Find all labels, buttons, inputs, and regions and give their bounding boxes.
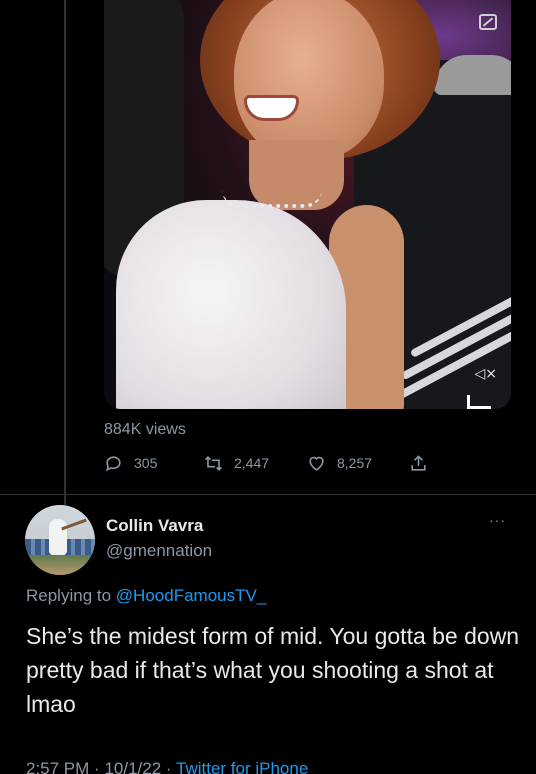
tweet-date[interactable]: 10/1/22 xyxy=(104,759,161,774)
share-icon xyxy=(411,454,426,471)
view-count: 884K views xyxy=(104,421,186,438)
meta-separator: · xyxy=(165,759,172,774)
tweet-time[interactable]: 2:57 PM xyxy=(26,759,89,774)
thread-connector-line xyxy=(64,0,66,505)
video-dress xyxy=(116,200,346,409)
avatar[interactable] xyxy=(25,505,95,575)
retweet-icon xyxy=(205,455,222,471)
reply-count: 305 xyxy=(134,455,158,471)
tweet-source[interactable]: Twitter for iPhone xyxy=(176,759,308,774)
video-necklace xyxy=(222,190,322,208)
video-cap xyxy=(434,55,511,95)
reply-button[interactable]: 305 xyxy=(104,454,204,473)
replying-to-label: Replying to xyxy=(26,586,112,605)
like-button[interactable]: 8,257 xyxy=(307,454,409,473)
heart-icon xyxy=(309,456,324,471)
tweet-actions: 305 2,447 8,257 xyxy=(104,451,439,475)
avatar-player xyxy=(49,519,67,555)
display-name[interactable]: Collin Vavra xyxy=(106,516,203,536)
reply-icon xyxy=(105,455,121,471)
user-handle[interactable]: @gmennation xyxy=(106,541,212,561)
expand-icon[interactable] xyxy=(479,14,497,30)
meta-separator: · xyxy=(94,759,100,774)
replying-to-mention[interactable]: @HoodFamousTV_ xyxy=(116,586,267,605)
mute-icon[interactable]: ◁× xyxy=(475,366,498,382)
tweet-meta: 2:57 PM · 10/1/22 · Twitter for iPhone xyxy=(26,759,308,774)
retweet-count: 2,447 xyxy=(234,455,270,471)
replying-to-line: Replying to @HoodFamousTV_ xyxy=(26,586,266,606)
tweet-text: She’s the midest form of mid. You gotta … xyxy=(26,623,520,717)
tiktok-icon xyxy=(467,395,491,409)
more-options-icon[interactable]: ··· xyxy=(489,512,506,528)
like-count: 8,257 xyxy=(337,455,373,471)
tweet-divider xyxy=(0,494,536,495)
share-button[interactable] xyxy=(409,454,439,473)
tweet-video[interactable]: ◁× xyxy=(104,0,511,409)
video-face xyxy=(234,0,384,160)
retweet-button[interactable]: 2,447 xyxy=(204,454,307,473)
